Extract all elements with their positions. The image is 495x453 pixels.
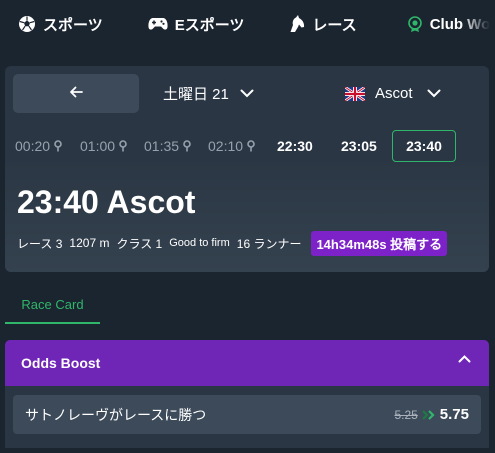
race-distance: 1207 m — [69, 236, 110, 250]
venue-dropdown[interactable]: Ascot — [345, 74, 441, 113]
back-button[interactable] — [13, 74, 139, 113]
nav-item-label: レース — [312, 16, 357, 34]
uk-flag-icon — [345, 86, 365, 101]
race-time-0100[interactable]: 01:00 — [80, 130, 127, 162]
nav-item-racing[interactable]: レース — [289, 0, 357, 48]
race-time-0210[interactable]: 02:10 — [208, 130, 255, 162]
double-chevron-right-icon — [422, 409, 436, 420]
time-label: 00:20 — [15, 138, 51, 154]
race-going: Good to firm — [169, 237, 230, 249]
chevron-up-icon[interactable] — [458, 355, 471, 363]
race-time-2340-selected[interactable]: 23:40 — [392, 130, 456, 162]
date-dropdown[interactable]: 土曜日 21 — [163, 74, 254, 113]
sports-top-nav: スポーツ Eスポーツ レース Club Wo — [0, 0, 495, 48]
tab-race-card[interactable]: Race Card — [5, 286, 100, 324]
pin-icon — [119, 140, 127, 152]
race-time-2305[interactable]: 23:05 — [341, 130, 377, 162]
selection-label: サトノレーヴがレースに勝つ — [25, 406, 207, 423]
race-class: クラス 1 — [116, 236, 163, 251]
race-time-0135[interactable]: 01:35 — [144, 130, 191, 162]
nav-item-label: Eスポーツ — [174, 16, 245, 34]
arrow-left-icon — [69, 85, 83, 103]
chevron-down-icon — [240, 89, 254, 98]
race-time-strip: 00:20 01:00 01:35 02:10 22:30 23:05 23:4… — [5, 130, 489, 162]
gamepad-icon — [148, 17, 168, 31]
time-label: 02:10 — [208, 138, 244, 154]
venue-label: Ascot — [375, 85, 413, 102]
time-label: 23:05 — [341, 138, 377, 154]
nav-item-label: スポーツ — [43, 16, 103, 34]
nav-scroll-fade — [461, 0, 495, 48]
time-label: 22:30 — [277, 138, 313, 154]
countdown-badge: 14h34m48s 投稿する — [311, 230, 448, 256]
odds-boost-header[interactable]: Odds Boost — [5, 340, 489, 386]
time-label: 23:40 — [406, 138, 442, 154]
race-runners: 16 ランナー — [236, 236, 302, 251]
pin-icon — [183, 140, 191, 152]
boosted-odds: 5.75 — [439, 406, 469, 423]
pin-icon — [247, 140, 255, 152]
chevron-down-icon — [427, 89, 441, 98]
race-time-2230[interactable]: 22:30 — [277, 130, 313, 162]
club-badge-icon — [407, 16, 423, 32]
odds-boost-title: Odds Boost — [21, 355, 101, 371]
tab-label: Race Card — [21, 296, 84, 312]
time-label: 01:35 — [144, 138, 180, 154]
odds-boost-selection[interactable]: サトノレーヴがレースに勝つ 5.25 5.75 — [13, 395, 481, 434]
odds-display: 5.25 5.75 — [394, 395, 469, 434]
race-number: レース 3 — [17, 236, 63, 251]
race-time-0020[interactable]: 00:20 — [15, 130, 62, 162]
horse-head-icon — [289, 15, 305, 33]
nav-item-esports[interactable]: Eスポーツ — [148, 0, 245, 48]
race-title: 23:40 Ascot — [17, 184, 196, 220]
nav-item-sports[interactable]: スポーツ — [18, 0, 103, 48]
race-header-panel: 土曜日 21 Ascot 00:20 01:00 01:35 02:10 22:… — [5, 66, 489, 272]
date-label: 土曜日 21 — [163, 86, 229, 103]
odds-boost-body: サトノレーヴがレースに勝つ 5.25 5.75 — [5, 386, 489, 448]
race-info-row: レース 3 1207 m クラス 1 Good to firm 16 ランナー … — [17, 230, 454, 256]
old-odds: 5.25 — [394, 407, 418, 422]
pin-icon — [54, 140, 62, 152]
time-label: 01:00 — [80, 138, 116, 154]
soccer-ball-icon — [18, 15, 36, 33]
